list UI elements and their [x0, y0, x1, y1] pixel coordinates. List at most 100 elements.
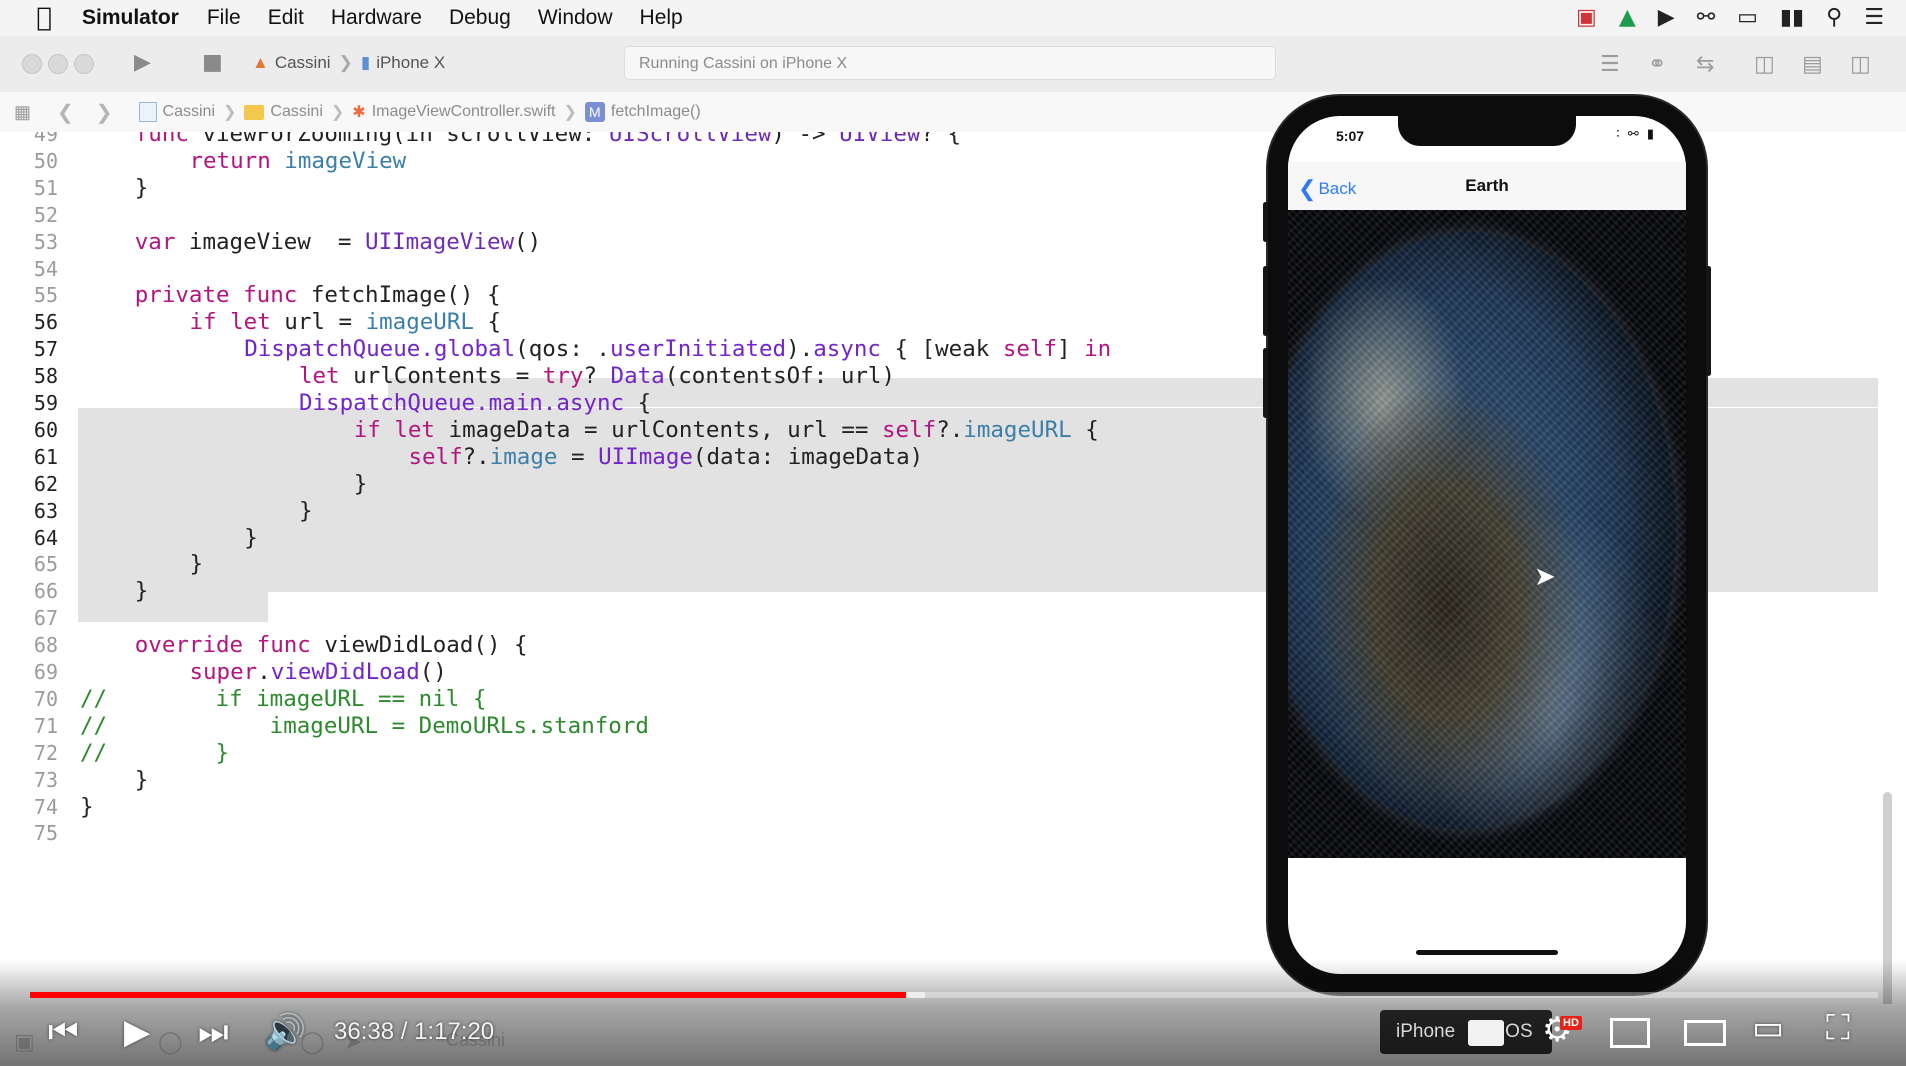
swift-file-icon: ✱ [352, 104, 366, 121]
code-token: } [353, 470, 368, 497]
cast-icon[interactable]: ▭ [1752, 1008, 1784, 1048]
menu-window[interactable]: Window [538, 6, 613, 30]
menu-edit[interactable]: Edit [268, 6, 304, 30]
project-file-icon [138, 102, 157, 122]
fullscreen-icon[interactable]: ⛶ [1826, 1008, 1850, 1048]
app-status-icon[interactable]: ▲ [1619, 4, 1636, 32]
window-minimize-button[interactable] [48, 54, 68, 74]
subtitles-icon[interactable] [1468, 1020, 1504, 1046]
hd-badge: HD [1560, 1016, 1582, 1030]
debug-bar-icon: ◯ [158, 1030, 183, 1055]
code-token: Data [610, 363, 665, 390]
code-token: global [433, 336, 516, 363]
window-close-button[interactable] [22, 54, 42, 74]
navigation-bar: ❮ Back Earth [1288, 162, 1686, 211]
code-token: func [256, 632, 311, 659]
code-token: self [1002, 336, 1058, 363]
menu-help[interactable]: Help [640, 6, 683, 30]
code-token: } [298, 497, 313, 524]
code-token: in [1084, 336, 1112, 363]
airplay-icon[interactable]: ▭ [1737, 4, 1758, 32]
scheme-app-label: Cassini [274, 53, 331, 72]
time-separator: / [400, 1018, 408, 1045]
run-button-icon[interactable]: ▶ [134, 50, 151, 75]
play-button-icon[interactable]: ▶ [124, 1012, 150, 1052]
breadcrumb-group[interactable]: Cassini [244, 103, 323, 121]
spotlight-search-icon[interactable]: ⚲ [1826, 4, 1842, 32]
code-token: override [134, 632, 244, 659]
folder-icon [244, 104, 265, 120]
theater-mode-icon[interactable] [1684, 1020, 1726, 1046]
code-token: () [514, 228, 542, 255]
code-token: imageView = [175, 228, 366, 255]
code-token: = [557, 443, 599, 470]
home-indicator[interactable] [1416, 950, 1558, 955]
overlay-caption-suffix: OS [1505, 1021, 1533, 1042]
wifi-icon[interactable]: ⚯ [1697, 4, 1715, 32]
activity-viewer: Running Cassini on iPhone X [624, 46, 1276, 80]
volume-icon[interactable]: 🔊 [264, 1012, 306, 1052]
code-token: ?. [936, 416, 964, 443]
code-token: url = [270, 309, 366, 336]
scheme-device-label: iPhone X [376, 53, 446, 72]
version-editor-icon[interactable]: ⇆ [1696, 52, 1714, 77]
code-token: () [419, 659, 447, 685]
mute-switch [1263, 202, 1268, 242]
code-token: var [134, 228, 176, 255]
apple-menu-icon[interactable]:  [18, 3, 70, 33]
menu-file[interactable]: File [207, 6, 241, 30]
window-zoom-button[interactable] [74, 54, 94, 74]
code-token: } [107, 739, 230, 766]
code-token: } [134, 174, 149, 201]
code-token: func [243, 282, 298, 309]
related-items-icon[interactable]: ▦ [14, 102, 31, 123]
navigator-toggle-icon[interactable]: ◫ [1754, 52, 1775, 77]
code-token: DispatchQueue [244, 336, 421, 363]
app-target-icon: ▲ [252, 53, 269, 72]
notification-center-icon[interactable]: ☰ [1864, 4, 1884, 32]
code-token: viewDidLoad() { [310, 632, 528, 659]
scheme-selector[interactable]: ▲ Cassini ❯ ▮ iPhone X [252, 48, 445, 78]
next-video-icon[interactable]: ⏭ [198, 1012, 229, 1052]
battery-icon[interactable]: ▮▮ [1780, 4, 1804, 32]
line-number: 75 [33, 821, 58, 846]
image-scroll-view[interactable]: ➤ [1288, 210, 1686, 858]
menu-debug[interactable]: Debug [449, 6, 511, 30]
overlay-caption-text: iPhone [1396, 1021, 1456, 1042]
miniplayer-icon[interactable] [1610, 1018, 1650, 1048]
volume-up-button [1263, 266, 1268, 336]
scheme-separator-icon: ❯ [338, 53, 353, 72]
forward-nav-icon[interactable]: ❯ [96, 100, 113, 125]
code-token: // [80, 739, 108, 766]
debug-area-toggle-icon[interactable]: ▤ [1802, 52, 1823, 77]
breadcrumb-method-label: fetchImage() [610, 103, 701, 120]
screen-record-icon[interactable]: ▣ [1576, 4, 1597, 32]
utilities-toggle-icon[interactable]: ◫ [1850, 52, 1871, 77]
code-token: UIImage [598, 443, 693, 470]
code-token: } [189, 551, 204, 578]
code-token: // [80, 712, 108, 739]
code-token: private [134, 282, 230, 309]
code-token: if imageURL == nil { [107, 685, 487, 712]
iphone-simulator: 5:07 ∶ ⚯ ▮ ❮ Back Earth ➤ [1263, 96, 1711, 994]
play-status-icon[interactable]: ▶ [1658, 4, 1675, 32]
code-token: . [257, 659, 271, 685]
standard-editor-icon[interactable]: ☰ [1600, 52, 1620, 77]
method-icon: M [584, 102, 605, 122]
breadcrumb-project[interactable]: Cassini [138, 102, 215, 122]
side-button [1706, 266, 1711, 376]
menu-hardware[interactable]: Hardware [331, 6, 422, 30]
breadcrumb-file[interactable]: ✱ ImageViewController.swift [352, 102, 555, 122]
breadcrumb-method[interactable]: M fetchImage() [584, 102, 701, 122]
code-token: async [556, 390, 625, 416]
previous-video-icon[interactable]: ⏮ [48, 1012, 79, 1052]
assistant-editor-icon[interactable]: ⚭ [1648, 52, 1666, 77]
back-nav-icon[interactable]: ❮ [57, 100, 74, 125]
breadcrumb-chevron-icon: ❯ [330, 104, 345, 121]
menu-bar:  Simulator File Edit Hardware Debug Win… [0, 0, 1906, 37]
stop-button-icon[interactable]: ■ [202, 50, 223, 75]
code-token: . [542, 390, 557, 416]
menu-app-simulator[interactable]: Simulator [82, 6, 179, 30]
